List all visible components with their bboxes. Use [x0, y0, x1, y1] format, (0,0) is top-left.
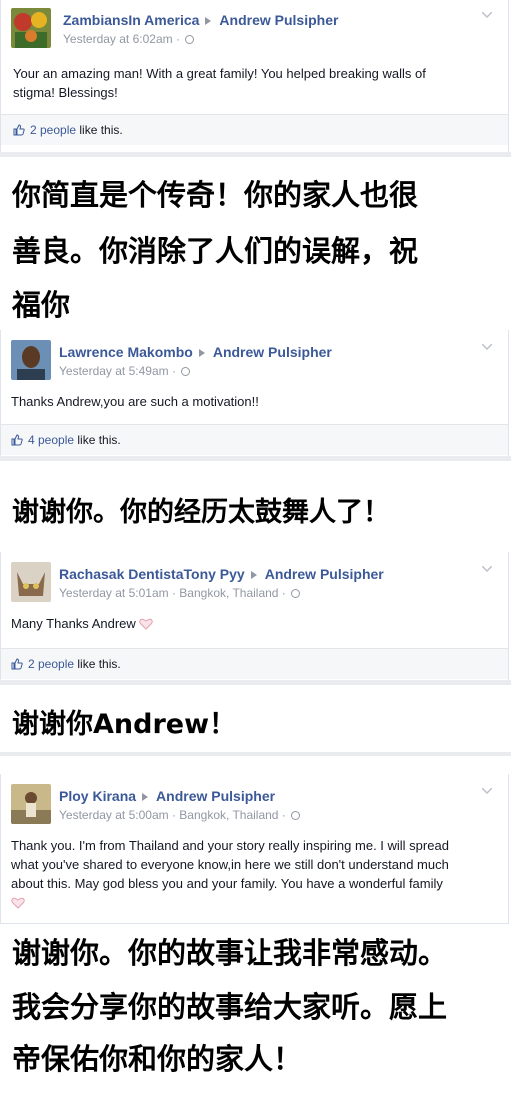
comment-text: Thanks Andrew,you are such a motivation!… — [11, 392, 259, 411]
comment-text-line: about this. May god bless you and your f… — [11, 876, 443, 891]
comment-header: ZambiansIn America Andrew Pulsipher Yeste… — [11, 8, 498, 50]
avatar-image — [11, 340, 51, 380]
comment-text-line: what you've shared to everyone know,in h… — [11, 857, 449, 872]
likes-suffix: like this. — [74, 433, 121, 447]
comment-text-line: stigma! Blessings! — [13, 85, 118, 100]
globe-icon — [291, 811, 301, 820]
comment-text: Your an amazing man! With a great family… — [13, 64, 426, 102]
comment-card: Lawrence Makombo Andrew Pulsipher Yesterd… — [0, 330, 509, 456]
arrow-right-icon — [198, 349, 205, 358]
timestamp[interactable]: Yesterday at 5:49am · — [59, 364, 176, 378]
translation-text: 福你 — [12, 288, 71, 322]
avatar-image — [11, 784, 51, 824]
comment-card: Rachasak DentistaTony Pyy Andrew Pulsiphe… — [0, 552, 509, 680]
likes-count-link[interactable]: 2 people — [30, 123, 76, 137]
comment-text-line: Thank you. I'm from Thailand and your st… — [11, 838, 449, 853]
target-link[interactable]: Andrew Pulsipher — [265, 566, 384, 582]
avatar[interactable] — [11, 784, 51, 824]
author-link[interactable]: ZambiansIn America — [63, 12, 199, 28]
comment-header: Ploy Kirana Andrew Pulsipher Yesterday at… — [11, 784, 498, 826]
timestamp[interactable]: Yesterday at 6:02am · — [63, 32, 180, 46]
likes-suffix: like this. — [74, 657, 121, 671]
separator — [0, 680, 511, 685]
comment-header: Rachasak DentistaTony Pyy Andrew Pulsiphe… — [11, 562, 498, 604]
likes-bar: 2 people like this. — [1, 648, 508, 679]
likes-count-link[interactable]: 4 people — [28, 433, 74, 447]
comment-text: Thank you. I'm from Thailand and your st… — [11, 836, 449, 912]
comment-card: Ploy Kirana Andrew Pulsipher Yesterday at… — [0, 774, 509, 924]
avatar[interactable] — [11, 340, 51, 380]
heart-icon — [11, 897, 25, 909]
thumbs-up-icon — [11, 434, 23, 446]
comment-text: Many Thanks Andrew — [11, 614, 154, 633]
comment-text-line: Your an amazing man! With a great family… — [13, 66, 426, 81]
avatar-image — [11, 8, 51, 48]
arrow-right-icon — [142, 793, 149, 802]
translation-text: 谢谢你。你的故事让我非常感动。 — [12, 936, 448, 970]
chevron-down-icon[interactable] — [482, 344, 492, 350]
separator — [0, 152, 511, 157]
translation-text: 帝保佑你和你的家人！ — [12, 1042, 303, 1076]
translation-text: 谢谢你Andrew！ — [12, 709, 237, 740]
translation-text: 你简直是个传奇！你的家人也很 — [12, 178, 419, 212]
globe-icon — [291, 589, 301, 598]
author-link[interactable]: Lawrence Makombo — [59, 344, 193, 360]
translation-text: 谢谢你。你的经历太鼓舞人了！ — [12, 497, 390, 528]
arrow-right-icon — [205, 17, 212, 26]
heart-icon — [139, 618, 154, 630]
comment-text-line: Thanks Andrew,you are such a motivation!… — [11, 394, 259, 409]
separator — [0, 456, 511, 461]
timestamp[interactable]: Yesterday at 5:00am · Bangkok, Thailand … — [59, 808, 286, 822]
likes-bar: 2 people like this. — [1, 114, 508, 145]
translation-text: 善良。你消除了人们的误解，祝 — [12, 234, 419, 268]
separator — [0, 752, 511, 756]
timestamp[interactable]: Yesterday at 5:01am · Bangkok, Thailand … — [59, 586, 286, 600]
chevron-down-icon[interactable] — [482, 12, 492, 18]
author-link[interactable]: Rachasak DentistaTony Pyy — [59, 566, 245, 582]
comment-header: Lawrence Makombo Andrew Pulsipher Yesterd… — [11, 340, 498, 382]
chevron-down-icon[interactable] — [482, 566, 492, 572]
globe-icon — [185, 35, 195, 44]
arrow-right-icon — [250, 571, 257, 580]
thumbs-up-icon — [11, 658, 23, 670]
translation-text: 我会分享你的故事给大家听。愿上 — [12, 990, 448, 1024]
author-link[interactable]: Ploy Kirana — [59, 788, 136, 804]
comment-text-line: Many Thanks Andrew — [11, 616, 136, 631]
likes-bar: 4 people like this. — [1, 424, 508, 455]
chevron-down-icon[interactable] — [482, 788, 492, 794]
likes-suffix: like this. — [76, 123, 123, 137]
avatar-image — [11, 562, 51, 602]
avatar[interactable] — [11, 562, 51, 602]
globe-icon — [181, 367, 191, 376]
target-link[interactable]: Andrew Pulsipher — [219, 12, 338, 28]
target-link[interactable]: Andrew Pulsipher — [156, 788, 275, 804]
target-link[interactable]: Andrew Pulsipher — [213, 344, 332, 360]
avatar[interactable] — [11, 8, 51, 48]
thumbs-up-icon — [13, 124, 25, 136]
likes-count-link[interactable]: 2 people — [28, 657, 74, 671]
comment-card: ZambiansIn America Andrew Pulsipher Yeste… — [0, 0, 509, 152]
